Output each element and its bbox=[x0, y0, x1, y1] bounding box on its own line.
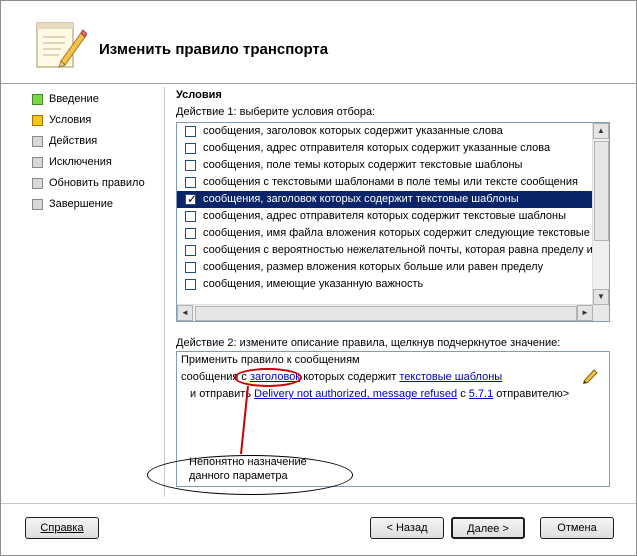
condition-label: сообщения с текстовыми шаблонами в поле … bbox=[203, 176, 578, 188]
sidebar-divider bbox=[164, 87, 165, 497]
condition-checkbox[interactable] bbox=[185, 211, 196, 222]
step-update-rule: Обновить правило bbox=[29, 173, 169, 194]
scroll-left-icon[interactable]: ◄ bbox=[177, 305, 193, 321]
step-actions: Действия bbox=[29, 131, 169, 152]
condition-row[interactable]: сообщения, размер вложения которых больш… bbox=[177, 259, 593, 276]
condition-checkbox[interactable] bbox=[185, 228, 196, 239]
description-line-1: Применить правило к сообщениям bbox=[181, 354, 360, 366]
step1-label: Действие 1: выберите условия отбора: bbox=[176, 106, 376, 118]
cancel-button-label: Отмена bbox=[557, 522, 597, 534]
step-pending-indicator bbox=[32, 178, 43, 189]
description-text: с bbox=[460, 388, 466, 400]
step-label: Условия bbox=[49, 114, 92, 126]
footer-divider bbox=[1, 503, 636, 504]
step-current-indicator bbox=[32, 115, 43, 126]
description-line-2: сообщения с заголовок которых содержит т… bbox=[181, 371, 502, 383]
condition-checkbox[interactable] bbox=[185, 177, 196, 188]
condition-checkbox[interactable] bbox=[185, 126, 196, 137]
scroll-right-icon[interactable]: ► bbox=[577, 305, 593, 321]
annotation-callout-text: Непонятно назначение данного параметра bbox=[189, 455, 307, 483]
condition-label: сообщения, заголовок которых содержит те… bbox=[203, 193, 519, 205]
scroll-corner bbox=[593, 305, 609, 321]
scroll-up-icon[interactable]: ▲ bbox=[593, 123, 609, 139]
back-button-label: < Назад bbox=[386, 522, 428, 534]
condition-label: сообщения, заголовок которых содержит ук… bbox=[203, 125, 503, 137]
next-button-label: Далее > bbox=[467, 523, 509, 535]
edit-pencil-icon[interactable] bbox=[581, 367, 599, 385]
conditions-panel: Условия Действие 1: выберите условия отб… bbox=[176, 89, 616, 120]
response-message-link[interactable]: Delivery not authorized, message refused bbox=[254, 388, 457, 400]
condition-label: сообщения, поле темы которых содержит те… bbox=[203, 159, 523, 171]
back-button[interactable]: < Назад bbox=[370, 517, 444, 539]
step-pending-indicator bbox=[32, 157, 43, 168]
status-code-link[interactable]: 5.7.1 bbox=[469, 388, 493, 400]
checkmark-icon: ✓ bbox=[187, 192, 198, 206]
vertical-scrollbar[interactable]: ▲ ▼ bbox=[592, 123, 609, 305]
description-text: которых содержит bbox=[303, 371, 397, 383]
help-button[interactable]: Справка bbox=[25, 517, 99, 539]
step-pending-indicator bbox=[32, 136, 43, 147]
conditions-list: сообщения, заголовок которых содержит ук… bbox=[177, 123, 593, 305]
condition-checkbox-checked[interactable]: ✓ bbox=[185, 192, 198, 206]
annotation-line-2: данного параметра bbox=[189, 470, 288, 482]
dialog-title: Изменить правило транспорта bbox=[99, 41, 329, 58]
condition-row[interactable]: сообщения, имя файла вложения которых со… bbox=[177, 225, 593, 242]
condition-row[interactable]: сообщения, адрес отправителя которых сод… bbox=[177, 208, 593, 225]
step2-label: Действие 2: измените описание правила, щ… bbox=[176, 337, 561, 349]
text-patterns-link[interactable]: текстовые шаблоны bbox=[399, 371, 502, 383]
step-label: Действия bbox=[49, 135, 98, 147]
condition-checkbox[interactable] bbox=[185, 262, 196, 273]
condition-row[interactable]: сообщения, поле темы которых содержит те… bbox=[177, 157, 593, 174]
condition-checkbox[interactable] bbox=[185, 245, 196, 256]
step-exceptions: Исключения bbox=[29, 152, 169, 173]
description-text: отправителю> bbox=[496, 388, 570, 400]
condition-row[interactable]: сообщения, адрес отправителя которых сод… bbox=[177, 140, 593, 157]
help-button-label: Справка bbox=[40, 522, 84, 534]
condition-checkbox[interactable] bbox=[185, 160, 196, 171]
step-done-indicator bbox=[32, 94, 43, 105]
step-label: Введение bbox=[49, 93, 99, 105]
condition-label: сообщения, имеющие указанную важность bbox=[203, 278, 424, 290]
condition-checkbox[interactable] bbox=[185, 279, 196, 290]
condition-label: сообщения, размер вложения которых больш… bbox=[203, 261, 544, 273]
wizard-document-pencil-icon bbox=[36, 22, 87, 68]
condition-row[interactable]: сообщения с текстовыми шаблонами в поле … bbox=[177, 174, 593, 191]
step-completion: Завершение bbox=[29, 194, 169, 215]
condition-label: сообщения с вероятностью нежелательной п… bbox=[203, 244, 593, 256]
dialog-header: Изменить правило транспорта bbox=[1, 1, 636, 83]
step-label: Завершение bbox=[49, 198, 113, 210]
step-introduction: Введение bbox=[29, 89, 169, 110]
wizard-steps: Введение Условия Действия Исключения Обн… bbox=[29, 89, 169, 215]
condition-label: сообщения, имя файла вложения которых со… bbox=[203, 227, 590, 239]
cancel-button[interactable]: Отмена bbox=[540, 517, 614, 539]
condition-row[interactable]: сообщения, заголовок которых содержит ук… bbox=[177, 123, 593, 140]
next-button[interactable]: Далее > bbox=[451, 517, 525, 539]
condition-label: сообщения, адрес отправителя которых сод… bbox=[203, 142, 551, 154]
annotation-line-1: Непонятно назначение bbox=[189, 456, 307, 468]
dialog-window: Изменить правило транспорта Введение Усл… bbox=[0, 0, 637, 556]
annotation-pointer-line bbox=[240, 385, 249, 455]
condition-row[interactable]: сообщения, имеющие указанную важность bbox=[177, 276, 593, 293]
condition-label: сообщения, адрес отправителя которых сод… bbox=[203, 210, 566, 222]
conditions-listbox[interactable]: сообщения, заголовок которых содержит ук… bbox=[176, 122, 610, 322]
step-pending-indicator bbox=[32, 199, 43, 210]
step-label: Обновить правило bbox=[49, 177, 145, 189]
step-conditions: Условия bbox=[29, 110, 169, 131]
condition-row-selected[interactable]: ✓ сообщения, заголовок которых содержит т… bbox=[177, 191, 593, 208]
step-label: Исключения bbox=[49, 156, 112, 168]
condition-checkbox[interactable] bbox=[185, 143, 196, 154]
condition-row[interactable]: сообщения с вероятностью нежелательной п… bbox=[177, 242, 593, 259]
scroll-down-icon[interactable]: ▼ bbox=[593, 289, 609, 305]
horizontal-scrollbar[interactable]: ◄ ► bbox=[177, 304, 593, 321]
horizontal-scroll-thumb[interactable] bbox=[195, 306, 577, 321]
header-divider bbox=[1, 83, 636, 84]
vertical-scroll-thumb[interactable] bbox=[594, 141, 609, 241]
section-title: Условия bbox=[176, 89, 222, 101]
